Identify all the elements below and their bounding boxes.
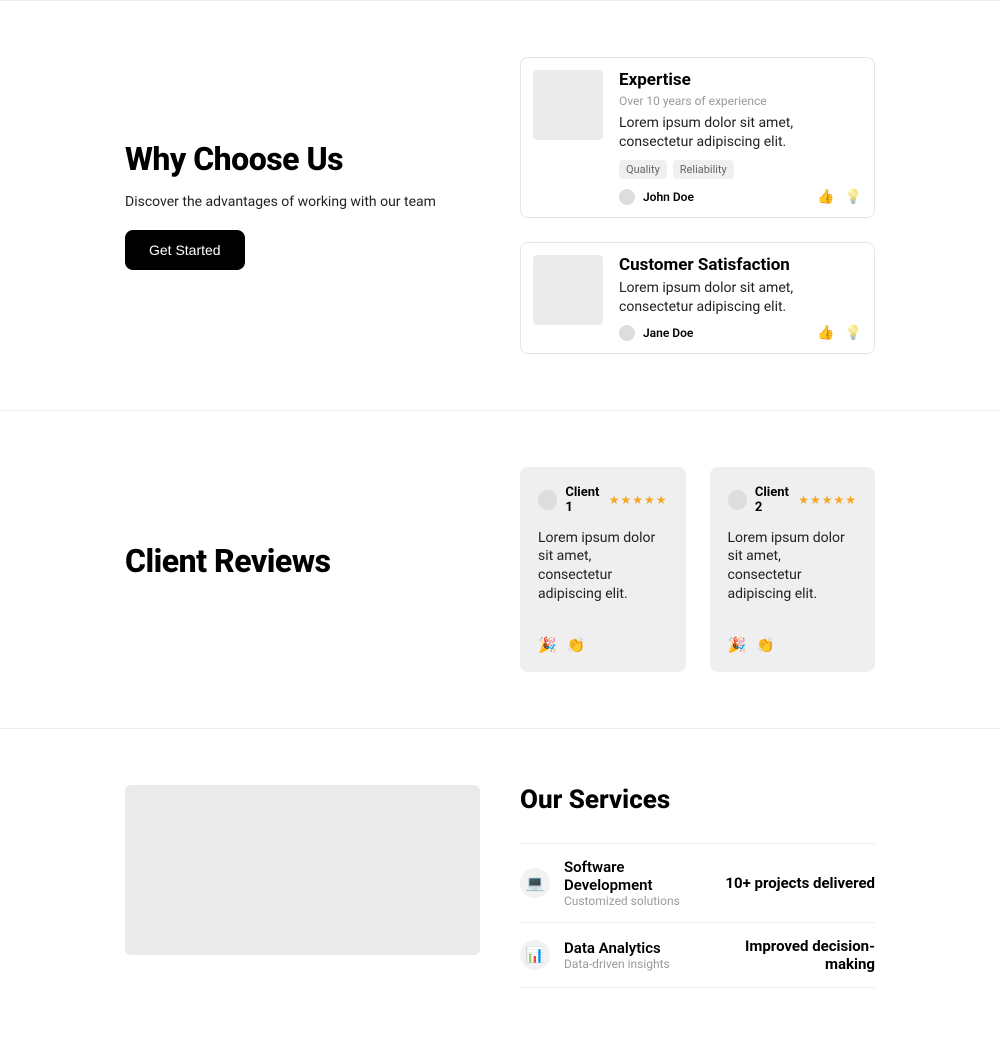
feature-thumbnail <box>533 70 603 140</box>
service-subtitle: Customized solutions <box>564 894 711 908</box>
section-title: Client Reviews <box>125 542 480 580</box>
reviewer-name: Client 2 <box>755 485 798 515</box>
bulb-icon[interactable]: 💡 <box>845 325 862 341</box>
laptop-icon: 💻 <box>520 868 550 898</box>
feature-description: Lorem ipsum dolor sit amet, consectetur … <box>619 279 862 317</box>
review-reactions: 🎉 👏 <box>538 636 668 654</box>
avatar <box>619 189 635 205</box>
service-metric: Improved decision-making <box>725 937 875 973</box>
why-choose-us-cards: Expertise Over 10 years of experience Lo… <box>520 57 875 354</box>
thumbs-up-icon[interactable]: 👍 <box>817 189 834 205</box>
star-rating-icon: ★★★★★ <box>798 493 857 507</box>
avatar <box>728 490 747 510</box>
review-reactions: 🎉 👏 <box>728 636 858 654</box>
feature-card: Expertise Over 10 years of experience Lo… <box>520 57 875 218</box>
tag: Reliability <box>673 160 734 179</box>
author: Jane Doe <box>619 325 693 341</box>
feature-tags: Quality Reliability <box>619 160 862 179</box>
party-icon[interactable]: 🎉 <box>538 636 557 654</box>
party-icon[interactable]: 🎉 <box>728 636 747 654</box>
feature-title: Expertise <box>619 70 862 90</box>
section-title: Our Services <box>520 785 875 815</box>
review-card: Client 2 ★★★★★ Lorem ipsum dolor sit ame… <box>710 467 876 673</box>
author-name: Jane Doe <box>643 326 693 340</box>
thumbs-up-icon[interactable]: 👍 <box>817 325 834 341</box>
our-services-section: Our Services 💻 Software Development Cust… <box>0 728 1000 1044</box>
reviewer-name: Client 1 <box>565 485 608 515</box>
feature-thumbnail <box>533 255 603 325</box>
section-subtitle: Discover the advantages of working with … <box>125 194 480 210</box>
avatar <box>538 490 557 510</box>
service-name: Data Analytics <box>564 939 711 957</box>
reviews-grid: Client 1 ★★★★★ Lorem ipsum dolor sit ame… <box>520 467 875 673</box>
service-subtitle: Data-driven insights <box>564 957 711 971</box>
feature-title: Customer Satisfaction <box>619 255 862 275</box>
why-choose-us-section: Why Choose Us Discover the advantages of… <box>0 0 1000 410</box>
star-rating-icon: ★★★★★ <box>609 493 668 507</box>
section-title: Why Choose Us <box>125 140 480 178</box>
service-metric: 10+ projects delivered <box>725 874 875 892</box>
tag: Quality <box>619 160 667 179</box>
feature-card: Customer Satisfaction Lorem ipsum dolor … <box>520 242 875 354</box>
author: John Doe <box>619 189 694 205</box>
why-choose-us-intro: Why Choose Us Discover the advantages of… <box>125 140 480 270</box>
chart-icon: 📊 <box>520 940 550 970</box>
service-row: 📊 Data Analytics Data-driven insights Im… <box>520 923 875 988</box>
author-name: John Doe <box>643 190 694 204</box>
reactions: 👍 💡 <box>817 189 862 205</box>
feature-description: Lorem ipsum dolor sit amet, consectetur … <box>619 114 862 152</box>
get-started-button[interactable]: Get Started <box>125 230 245 270</box>
avatar <box>619 325 635 341</box>
services-image <box>125 785 480 955</box>
reactions: 👍 💡 <box>817 325 862 341</box>
reviewer: Client 2 <box>728 485 799 515</box>
clap-icon[interactable]: 👏 <box>567 636 586 654</box>
reviewer: Client 1 <box>538 485 609 515</box>
review-card: Client 1 ★★★★★ Lorem ipsum dolor sit ame… <box>520 467 686 673</box>
service-row: 💻 Software Development Customized soluti… <box>520 843 875 923</box>
review-text: Lorem ipsum dolor sit amet, consectetur … <box>728 529 858 605</box>
bulb-icon[interactable]: 💡 <box>845 189 862 205</box>
clap-icon[interactable]: 👏 <box>756 636 775 654</box>
client-reviews-section: Client Reviews Client 1 ★★★★★ Lorem ipsu… <box>0 410 1000 729</box>
review-text: Lorem ipsum dolor sit amet, consectetur … <box>538 529 668 605</box>
feature-caption: Over 10 years of experience <box>619 94 862 108</box>
